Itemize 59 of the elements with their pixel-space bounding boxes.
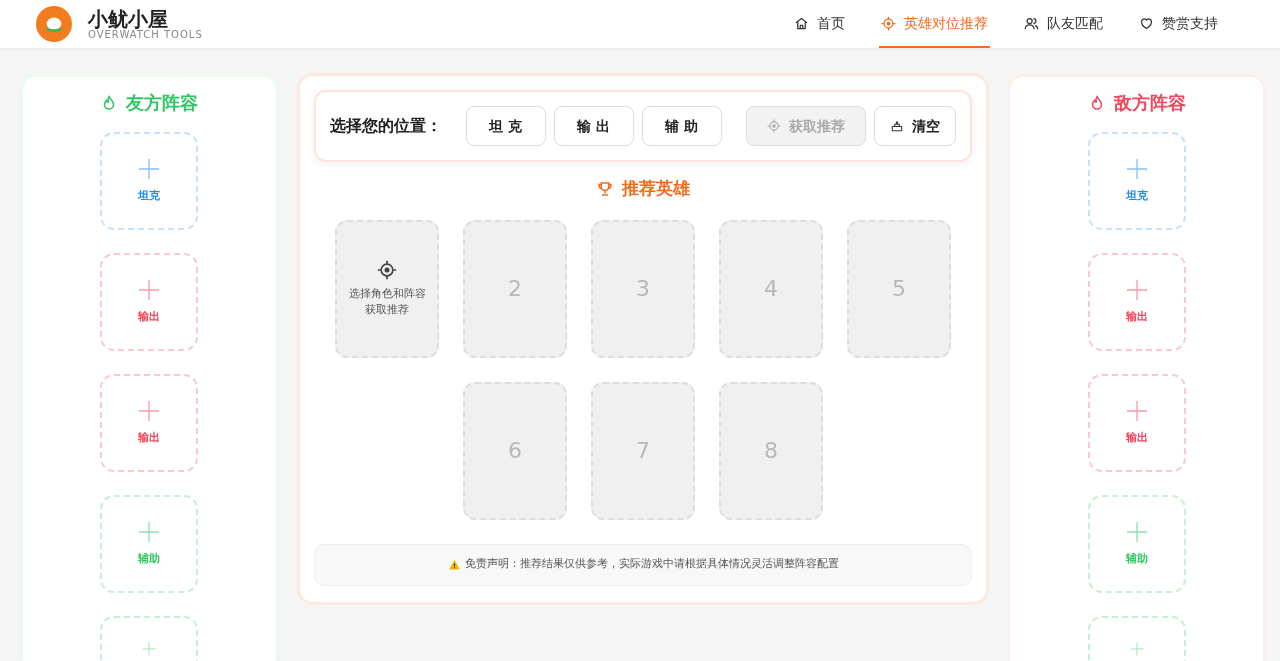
role-button[interactable]: 输 出	[553, 106, 634, 146]
card-number: 7	[636, 437, 650, 465]
slot-label: 坦克	[138, 187, 161, 204]
prompt-text: 获取推荐	[365, 301, 409, 317]
card-number: 6	[508, 437, 522, 465]
panel-title: 友方阵容	[126, 91, 199, 115]
target-icon	[377, 260, 397, 281]
heart-icon	[1139, 15, 1154, 31]
plus-icon	[138, 278, 161, 301]
hero-slot[interactable]: 坦克	[100, 132, 199, 230]
hero-slot[interactable]: 坦克	[1087, 132, 1186, 230]
clear-button[interactable]: 清空	[874, 106, 957, 146]
hero-slot[interactable]: 输出	[100, 374, 199, 472]
users-icon	[1024, 15, 1039, 31]
card-number: 4	[764, 275, 778, 303]
role-button[interactable]: 坦 克	[465, 106, 546, 146]
trophy-icon	[596, 179, 614, 198]
panel-title: 敌方阵容	[1113, 91, 1186, 115]
prompt-text: 选择角色和阵容	[348, 286, 426, 302]
broom-icon	[890, 119, 905, 133]
home-icon	[794, 15, 809, 31]
card-number: 2	[508, 275, 522, 303]
hero-slot[interactable]: 输出	[100, 253, 199, 351]
slot-label: 输出	[138, 429, 161, 446]
nav-link[interactable]: 首页	[792, 0, 847, 48]
slot-label: 输出	[138, 308, 161, 325]
warning-icon	[447, 558, 461, 571]
plus-icon	[1125, 520, 1148, 543]
plus-icon	[138, 520, 161, 543]
slot-label: 辅助	[1125, 550, 1148, 567]
role-button[interactable]: 辅 助	[641, 106, 722, 146]
card-number: 3	[636, 275, 650, 303]
card-number: 8	[764, 437, 778, 465]
card-number: 5	[892, 275, 906, 303]
section-title: 推荐英雄	[622, 177, 690, 200]
plus-icon	[138, 399, 161, 422]
site-title: 小鱿小屋	[88, 8, 168, 30]
position-label: 选择您的位置：	[329, 115, 442, 137]
hero-slot[interactable]: 辅助	[1087, 495, 1186, 593]
plus-icon	[1125, 157, 1148, 180]
plus-icon	[1129, 642, 1144, 656]
slot-label: 输出	[1125, 308, 1148, 325]
target-icon	[767, 119, 782, 133]
target-icon	[881, 15, 896, 31]
nav-link[interactable]: 英雄对位推荐	[879, 0, 990, 48]
plus-icon	[1125, 278, 1148, 301]
plus-icon	[138, 157, 161, 180]
slot-label: 坦克	[1125, 187, 1148, 204]
site-subtitle: OVERWATCH TOOLS	[88, 30, 203, 40]
slot-label: 辅助	[138, 550, 161, 567]
plus-icon	[142, 642, 157, 656]
nav-link[interactable]: 赞赏支持	[1137, 0, 1220, 48]
hero-slot[interactable]: 辅助	[100, 495, 199, 593]
plus-icon	[1125, 399, 1148, 422]
hero-slot[interactable]: 输出	[1087, 253, 1186, 351]
nav-link[interactable]: 队友匹配	[1022, 0, 1105, 48]
disclaimer-text: 免责声明：推荐结果仅供参考，实际游戏中请根据具体情况灵活调整阵容配置	[464, 556, 839, 573]
hero-slot[interactable]: 输出	[1087, 374, 1186, 472]
slot-label: 输出	[1125, 429, 1148, 446]
